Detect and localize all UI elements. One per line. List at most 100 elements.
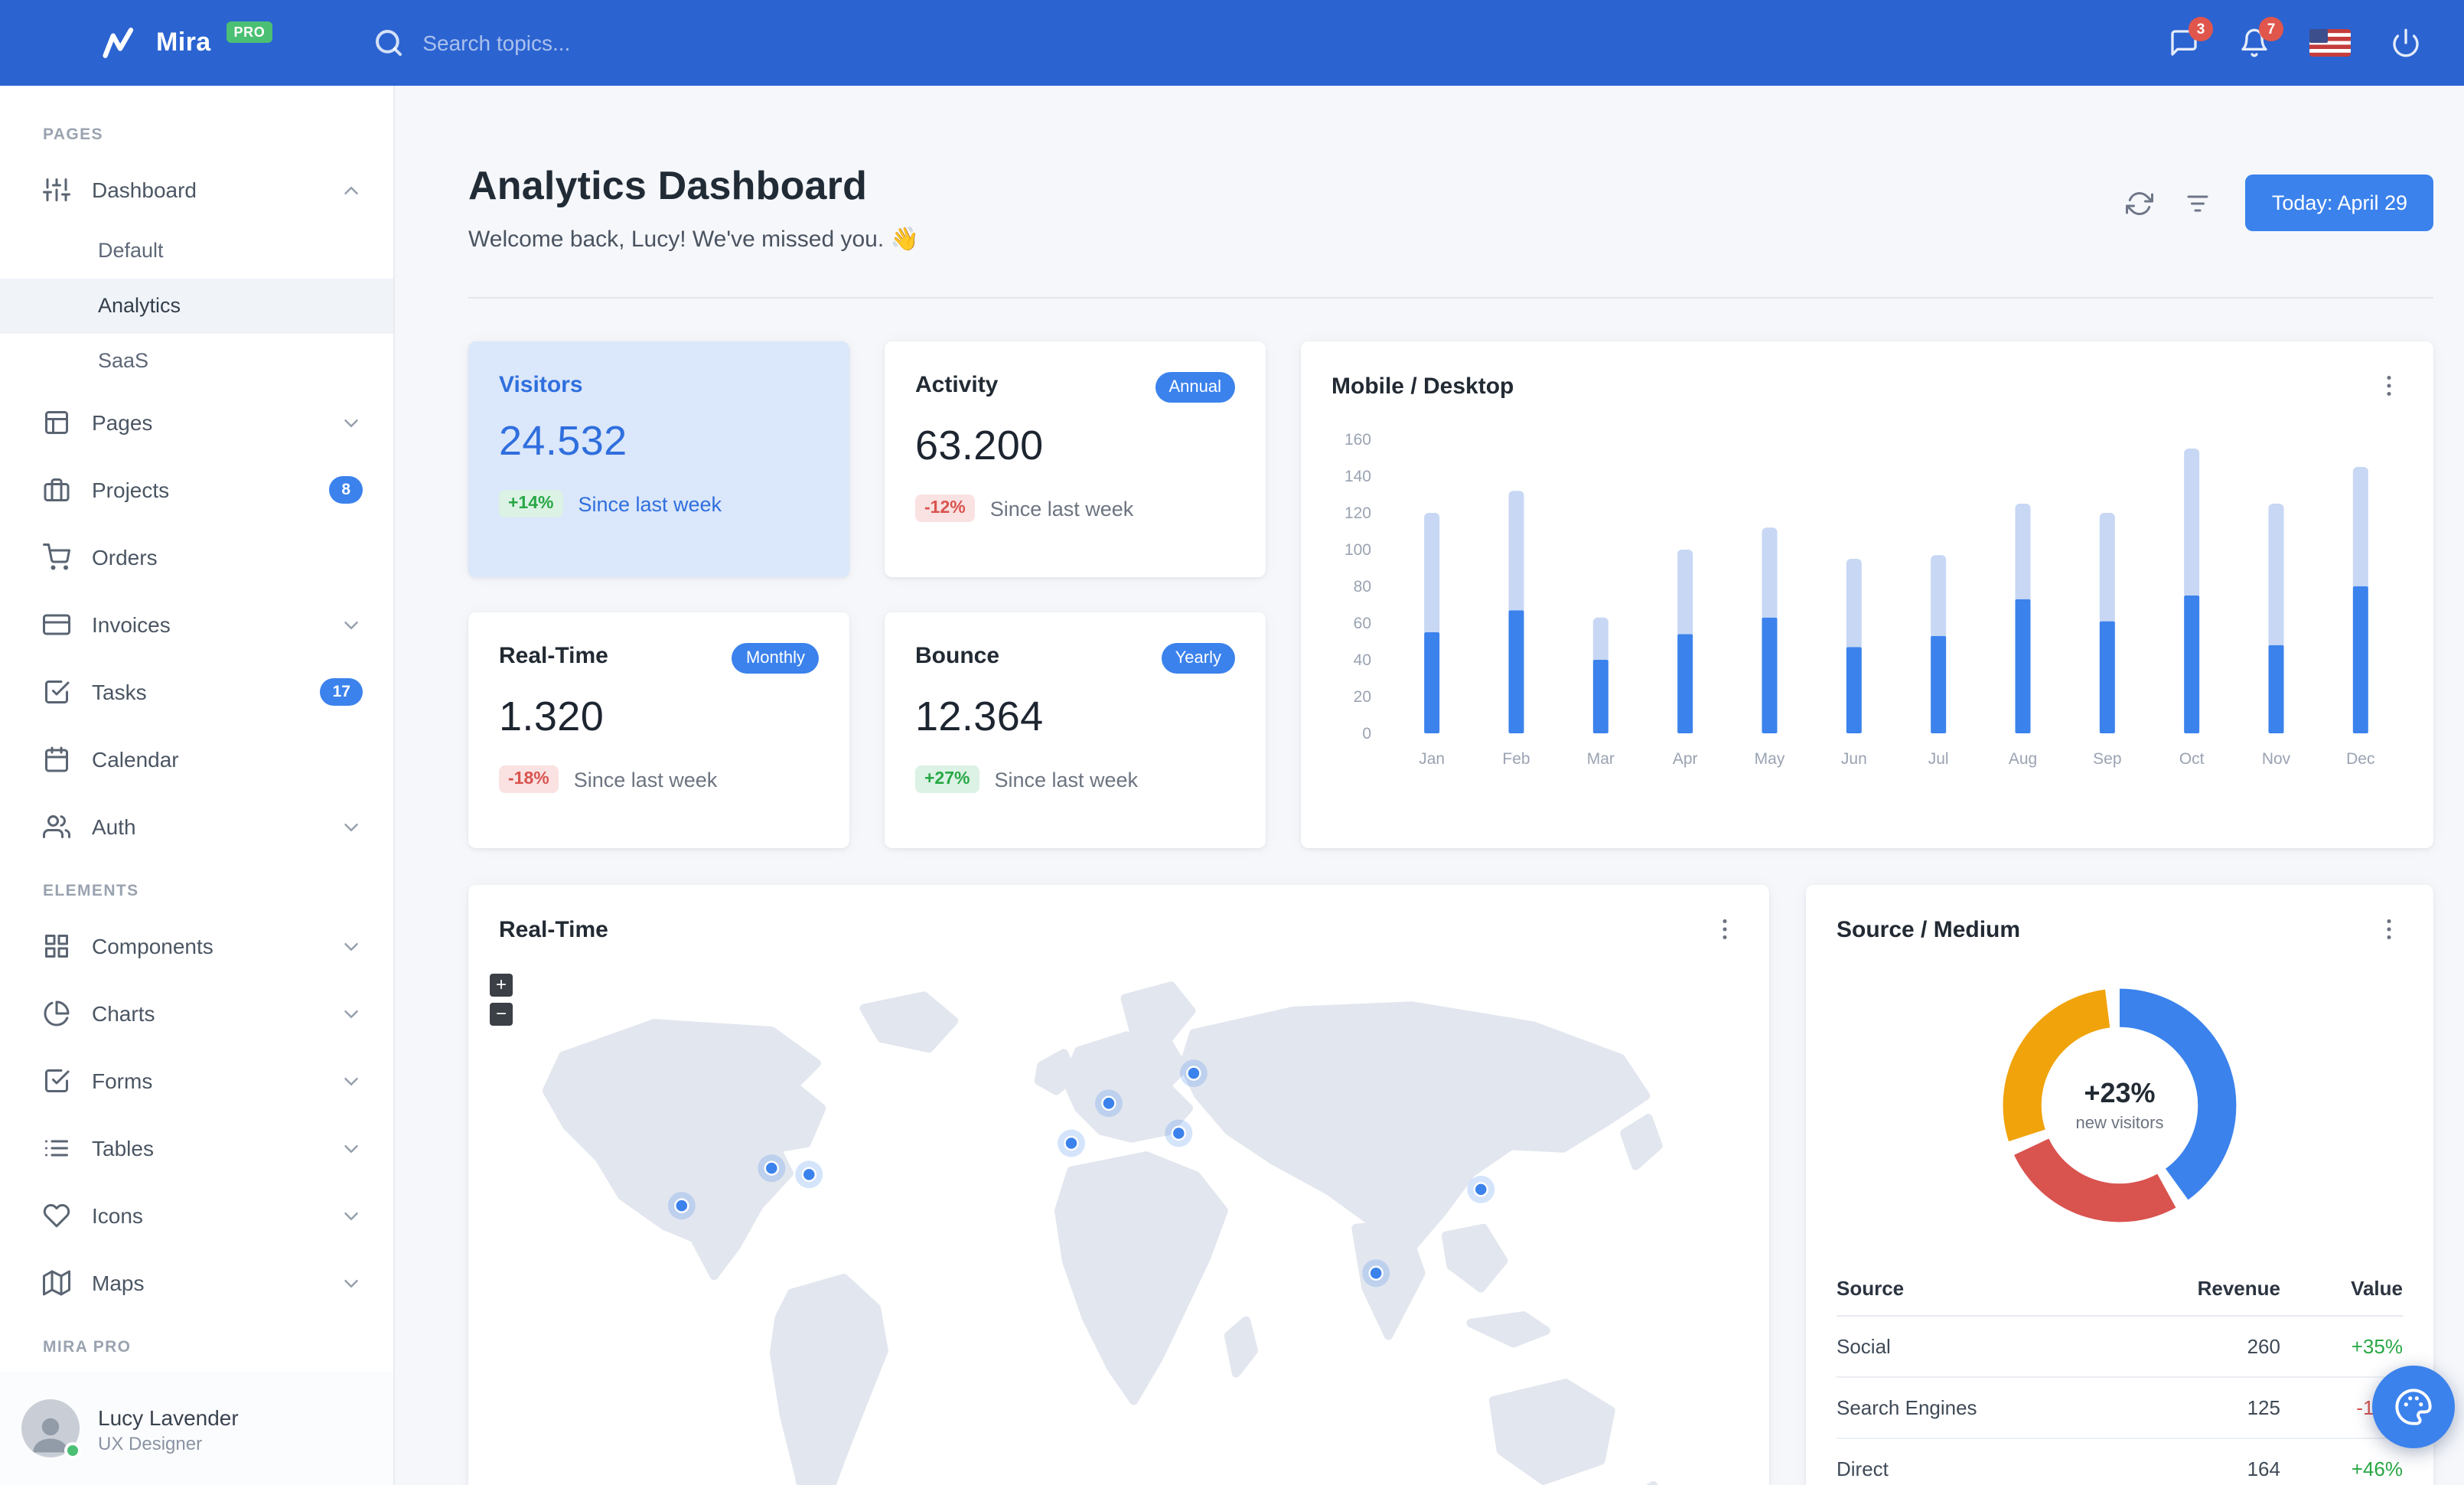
sidebar-item-label: Charts (92, 1001, 155, 1026)
x-axis-label: Apr (1673, 750, 1698, 768)
sidebar-item-auth[interactable]: Auth (0, 793, 393, 860)
map-marker[interactable] (1101, 1095, 1116, 1111)
layout-icon (45, 411, 68, 434)
page-title: Analytics Dashboard (468, 162, 868, 208)
stat-value: 1.320 (499, 694, 605, 739)
sidebar-item-label: Analytics (98, 294, 181, 317)
sidebar-item-forms[interactable]: Forms (0, 1047, 393, 1115)
stat-value: 12.364 (915, 694, 1044, 739)
chevron-down-icon (344, 621, 358, 628)
messages-button[interactable]: 3 (2169, 17, 2213, 58)
map-marker[interactable] (1064, 1135, 1079, 1151)
bar-desktop-mar (1592, 617, 1608, 660)
mira-logo-icon (103, 28, 134, 58)
messages-count-badge: 3 (2189, 17, 2213, 41)
more-vertical-icon[interactable] (1711, 915, 1739, 943)
sidebar-item-dashboard[interactable]: Dashboard (0, 156, 393, 224)
y-axis-tick: 80 (1354, 578, 1371, 596)
sidebar-item-saas[interactable]: SaaS (0, 334, 393, 389)
stat-caption: Since last week (573, 768, 718, 791)
sidebar-item-tasks[interactable]: Tasks 17 (0, 658, 393, 726)
chevron-down-icon (344, 419, 358, 426)
logout-button[interactable] (2391, 28, 2421, 58)
period-badge: Yearly (1161, 643, 1235, 674)
sidebar-item-tables[interactable]: Tables (0, 1115, 393, 1182)
sidebar-item-analytics[interactable]: Analytics (0, 279, 393, 334)
chevron-down-icon (344, 823, 358, 831)
power-icon (2393, 28, 2419, 57)
x-axis-label: May (1755, 750, 1785, 768)
sidebar-item-icons[interactable]: Icons (0, 1182, 393, 1249)
sidebar-user[interactable]: Lucy Lavender UX Designer (0, 1372, 393, 1485)
user-role: UX Designer (98, 1432, 203, 1454)
sidebar-item-components[interactable]: Components (0, 912, 393, 980)
brand[interactable]: Mira PRO (101, 21, 273, 61)
stat-card-activity[interactable]: Activity Annual 63.200 -12% Since last w… (885, 341, 1266, 577)
sidebar-item-maps[interactable]: Maps (0, 1249, 393, 1317)
bar-mobile-jun (1846, 647, 1862, 733)
bar-desktop-jul (1931, 555, 1947, 636)
stat-value: 24.532 (499, 418, 627, 464)
bar-desktop-apr (1677, 550, 1693, 635)
more-vertical-icon[interactable] (2375, 372, 2403, 400)
map-marker[interactable] (674, 1198, 689, 1213)
stat-caption: Since last week (578, 492, 722, 515)
user-name: Lucy Lavender (98, 1405, 239, 1429)
map-marker[interactable] (1473, 1182, 1488, 1197)
sidebar-item-calendar[interactable]: Calendar (0, 726, 393, 793)
filter-button[interactable] (2185, 189, 2212, 217)
sidebar-item-charts[interactable]: Charts (0, 980, 393, 1047)
chevron-down-icon (344, 1279, 358, 1287)
sidebar-section-label: PAGES (43, 126, 103, 144)
sidebar-item-default[interactable]: Default (0, 224, 393, 279)
map-marker[interactable] (1186, 1066, 1201, 1081)
sidebar-item-orders[interactable]: Orders (0, 524, 393, 591)
x-axis-label: Oct (2179, 750, 2205, 768)
card-title: Mobile / Desktop (1331, 373, 1514, 399)
bar-mobile-nov (2268, 645, 2284, 733)
map-zoom-in-button[interactable]: + (490, 974, 513, 997)
period-badge: Monthly (732, 643, 819, 674)
sidebar-section-label: ELEMENTS (43, 882, 139, 900)
bar-mobile-feb (1508, 610, 1524, 733)
palette-icon (2395, 1389, 2432, 1425)
stat-title: Real-Time (499, 643, 608, 669)
stat-value: 63.200 (915, 423, 1044, 468)
map-marker[interactable] (764, 1160, 780, 1176)
map-zoom-out-button[interactable]: − (490, 1003, 513, 1026)
refresh-icon (2126, 191, 2154, 214)
sidebar-item-projects[interactable]: Projects 8 (0, 456, 393, 524)
search-input[interactable] (422, 31, 790, 55)
date-range-button[interactable]: Today: April 29 (2245, 175, 2433, 231)
map-marker[interactable] (1368, 1265, 1384, 1281)
y-axis-tick: 100 (1344, 541, 1371, 559)
x-axis-label: Jul (1928, 750, 1949, 768)
source-medium-card: Source / Medium +23% new visitors Source… (1806, 885, 2433, 1485)
map-marker[interactable] (801, 1167, 816, 1183)
refresh-button[interactable] (2126, 189, 2154, 217)
notifications-button[interactable]: 7 (2239, 17, 2283, 58)
bar-mobile-sep (2099, 621, 2115, 733)
sliders-icon (43, 178, 70, 201)
cell-source: Social (1837, 1316, 2133, 1378)
bar-desktop-sep (2099, 513, 2115, 622)
stat-card-visitors[interactable]: Visitors 24.532 +14% Since last week (468, 341, 849, 577)
notifications-count-badge: 7 (2259, 17, 2283, 41)
bar-desktop-nov (2268, 504, 2284, 645)
bar-mobile-jul (1931, 635, 1947, 733)
sidebar-item-invoices[interactable]: Invoices (0, 591, 393, 658)
sidebar-item-label: Orders (92, 545, 158, 570)
stat-caption: Since last week (989, 497, 1134, 520)
bar-desktop-may (1762, 527, 1778, 618)
chevron-up-icon (344, 186, 358, 194)
bar-mobile-may (1762, 617, 1778, 733)
more-vertical-icon[interactable] (2375, 915, 2403, 943)
global-search[interactable] (373, 28, 790, 58)
map-marker[interactable] (1171, 1125, 1187, 1141)
theme-settings-fab[interactable] (2372, 1366, 2455, 1448)
language-selector[interactable] (2309, 29, 2351, 57)
sidebar-item-pages[interactable]: Pages (0, 389, 393, 456)
stat-card-realtime[interactable]: Real-Time Monthly 1.320 -18% Since last … (468, 612, 849, 848)
stat-card-bounce[interactable]: Bounce Yearly 12.364 +27% Since last wee… (885, 612, 1266, 848)
page-actions: Today: April 29 (2126, 175, 2433, 231)
